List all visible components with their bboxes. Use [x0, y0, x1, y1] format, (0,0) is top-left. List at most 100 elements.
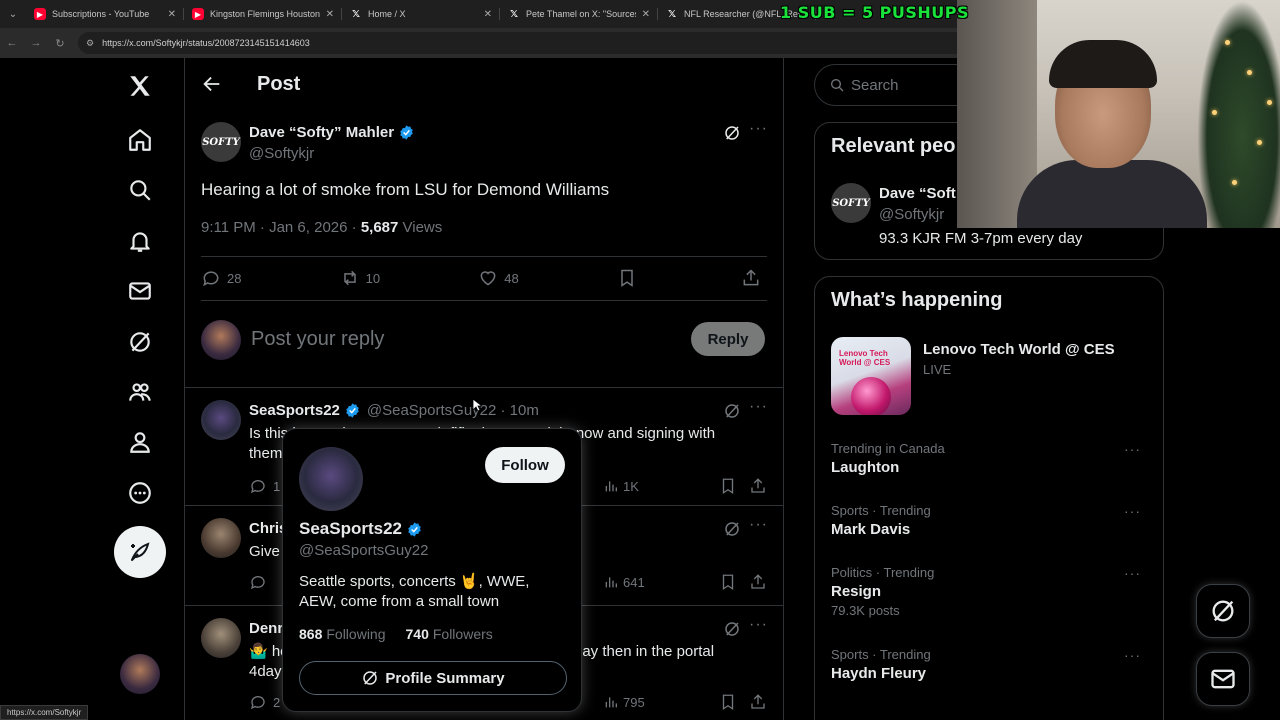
following-link[interactable]: Following [326, 626, 385, 642]
browser-tab[interactable]: 𝕏 Pete Thamel on X: "Sources: Ol ✕ [500, 0, 658, 28]
grok-icon[interactable] [723, 620, 741, 638]
bookmark-icon[interactable] [719, 477, 737, 495]
browser-tab[interactable]: 𝕏 Home / X ✕ [342, 0, 500, 28]
browser-tab[interactable]: ▶ Subscriptions - YouTube ✕ [26, 0, 184, 28]
follow-button[interactable]: Follow [485, 447, 565, 483]
share-action[interactable] [741, 268, 767, 288]
trend-item[interactable]: Trending in Canada Laughton ··· [831, 441, 1149, 476]
close-icon[interactable]: ✕ [484, 9, 492, 20]
more-icon[interactable] [122, 475, 158, 511]
grok-icon[interactable] [723, 520, 741, 538]
author-avatar[interactable]: SOFTY [201, 122, 241, 162]
followers-link[interactable]: Followers [433, 626, 493, 642]
x-logo-icon: 𝕏 [509, 8, 519, 20]
site-info-icon[interactable]: ⚙ [86, 38, 94, 49]
author-name[interactable]: Dave “Softy” Mahler [249, 124, 415, 141]
analytics-icon [605, 481, 617, 492]
more-options-icon[interactable]: ··· [749, 121, 767, 142]
hovercard-bio: Seattle sports, concerts 🤘, WWE, AEW, co… [299, 573, 530, 610]
x-logo-icon[interactable] [122, 68, 158, 104]
youtube-icon: ▶ [192, 8, 204, 20]
trend-item[interactable]: Sports · Trending Haydn Fleury ··· [831, 647, 1149, 682]
reply-avatar[interactable] [201, 618, 241, 658]
communities-icon[interactable] [122, 374, 158, 410]
reload-button[interactable]: ↻ [48, 31, 72, 55]
bookmark-action[interactable] [617, 268, 643, 288]
close-icon[interactable]: ✕ [326, 9, 334, 20]
mail-icon[interactable] [122, 273, 158, 309]
reply-avatar[interactable] [201, 400, 241, 440]
more-options-icon[interactable]: ··· [1124, 441, 1141, 457]
bookmark-icon[interactable] [719, 693, 737, 711]
youtube-icon: ▶ [34, 8, 46, 20]
panel-title: What’s happening [831, 289, 1003, 311]
followers-count: 740 [405, 626, 429, 642]
more-options-icon[interactable]: ··· [1124, 647, 1141, 663]
close-icon[interactable]: ✕ [168, 9, 176, 20]
bookmark-icon[interactable] [719, 573, 737, 591]
back-button[interactable]: ← [0, 31, 24, 55]
account-avatar[interactable] [120, 654, 160, 694]
reply-avatar[interactable] [201, 518, 241, 558]
hovercard-handle[interactable]: @SeaSportsGuy22 [299, 542, 428, 559]
comment-icon[interactable] [249, 693, 267, 711]
more-options-icon[interactable]: ··· [749, 399, 767, 420]
tab-search-menu[interactable]: ⌄ [0, 0, 26, 28]
search-icon[interactable] [122, 172, 158, 208]
more-options-icon[interactable]: ··· [749, 617, 767, 638]
relevant-person-name[interactable]: Dave “Soft [879, 185, 956, 202]
messages-float-button[interactable] [1196, 652, 1250, 706]
grok-float-button[interactable] [1196, 584, 1250, 638]
reply-count: 2 [273, 694, 281, 710]
reply-button[interactable]: Reply [691, 322, 765, 356]
forward-button[interactable]: → [24, 31, 48, 55]
views-stat[interactable]: 641 [603, 574, 645, 590]
trend-item[interactable]: Politics · Trending Resign 79.3K posts ·… [831, 565, 1149, 618]
home-icon[interactable] [122, 122, 158, 158]
grok-icon[interactable] [122, 324, 158, 360]
grok-icon[interactable] [723, 402, 741, 420]
event-item[interactable]: Lenovo Tech World @ CES Lenovo Tech Worl… [831, 337, 1149, 417]
like-count: 48 [504, 270, 519, 286]
trend-item[interactable]: Sports · Trending Mark Davis ··· [831, 503, 1149, 538]
share-icon[interactable] [749, 693, 767, 711]
hovercard-name[interactable]: SeaSports22 [299, 519, 423, 539]
like-action[interactable]: 48 [478, 268, 519, 288]
post-header: Post [185, 58, 783, 110]
reply-handle: @SeaSportsGuy22 · 10m [366, 402, 539, 419]
comment-icon[interactable] [249, 573, 267, 591]
reply-author[interactable]: SeaSports22 @SeaSportsGuy22 · 10m [249, 402, 539, 419]
post-text: Hearing a lot of smoke from LSU for Demo… [201, 180, 610, 199]
reply-input[interactable]: Post your reply [251, 328, 384, 351]
hovercard-avatar[interactable] [299, 447, 363, 511]
url-input[interactable]: ⚙ https://x.com/Softykjr/status/20087231… [78, 32, 978, 54]
mouse-cursor-icon [472, 398, 482, 412]
more-options-icon[interactable]: ··· [1124, 503, 1141, 519]
grok-icon[interactable] [723, 124, 741, 142]
views-count: 641 [623, 574, 645, 590]
reply-author[interactable]: Denn [249, 620, 287, 637]
views-stat[interactable]: 795 [603, 694, 645, 710]
browser-tab[interactable]: ▶ Kingston Flemings Houston Mi ✕ [184, 0, 342, 28]
reply-action[interactable]: 28 [201, 268, 241, 288]
more-options-icon[interactable]: ··· [749, 517, 767, 538]
close-icon[interactable]: ✕ [642, 9, 650, 20]
author-handle[interactable]: @Softykjr [249, 145, 314, 162]
views-stat[interactable]: 1K [603, 478, 639, 494]
trend-category: Trending in Canada [831, 441, 945, 456]
compose-post-button[interactable] [114, 526, 166, 578]
profile-summary-button[interactable]: Profile Summary [299, 661, 567, 695]
relevant-person-handle[interactable]: @Softykjr [879, 206, 944, 223]
christmas-tree [1197, 0, 1280, 228]
share-icon[interactable] [749, 477, 767, 495]
relevant-person-bio: 93.3 KJR FM 3-7pm every day [879, 230, 1083, 247]
repost-action[interactable]: 10 [340, 268, 380, 288]
profile-icon[interactable] [122, 424, 158, 460]
post-timestamp[interactable]: 9:11 PM · Jan 6, 2026 · [201, 219, 361, 236]
share-icon[interactable] [749, 573, 767, 591]
bell-icon[interactable] [122, 223, 158, 259]
comment-icon[interactable] [249, 477, 267, 495]
back-arrow-icon[interactable] [201, 73, 223, 95]
relevant-person-avatar[interactable]: SOFTY [831, 183, 871, 223]
more-options-icon[interactable]: ··· [1124, 565, 1141, 581]
